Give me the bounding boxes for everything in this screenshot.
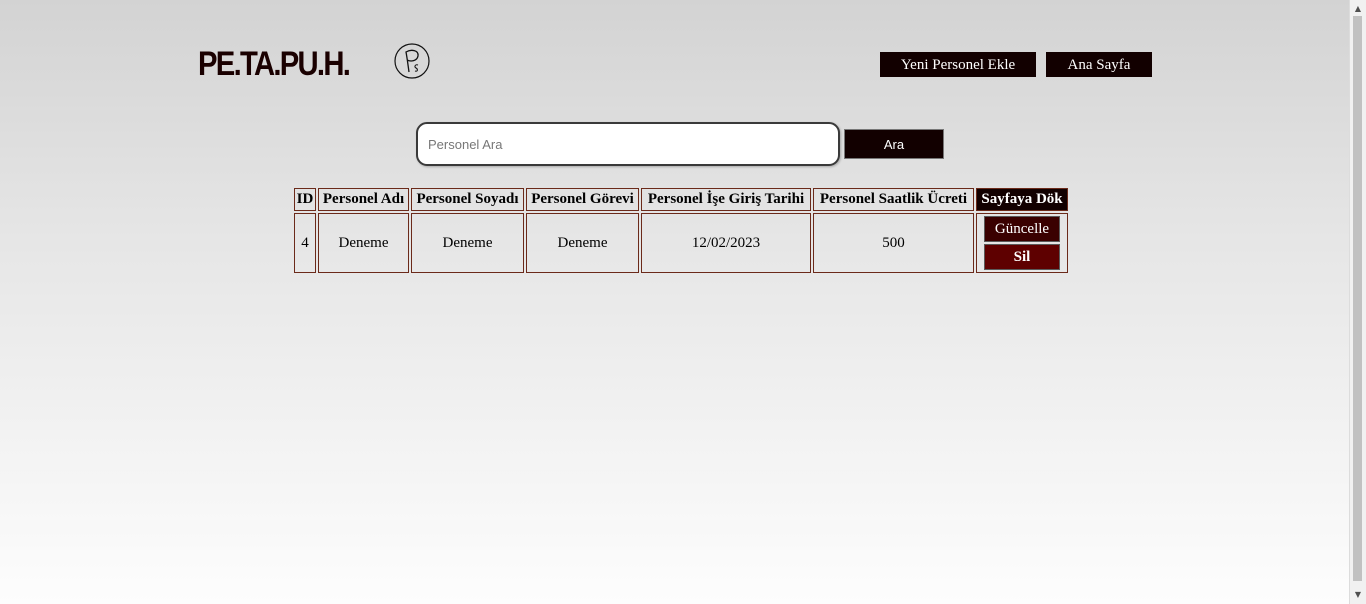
cell-actions: Güncelle Sil bbox=[976, 213, 1068, 273]
personnel-search-input[interactable] bbox=[416, 122, 840, 166]
scroll-up-arrow-icon[interactable]: ▲ bbox=[1350, 2, 1366, 16]
scrollbar-thumb[interactable] bbox=[1353, 16, 1362, 581]
update-button[interactable]: Güncelle bbox=[984, 216, 1060, 242]
table-header-row: ID Personel Adı Personel Soyadı Personel… bbox=[294, 188, 1068, 211]
cell-start-date: 12/02/2023 bbox=[641, 213, 811, 273]
column-header-last-name: Personel Soyadı bbox=[411, 188, 524, 211]
delete-button[interactable]: Sil bbox=[984, 244, 1060, 270]
column-header-role: Personel Görevi bbox=[526, 188, 639, 211]
column-header-id: ID bbox=[294, 188, 316, 211]
column-header-first-name: Personel Adı bbox=[318, 188, 409, 211]
cell-role: Deneme bbox=[526, 213, 639, 273]
scroll-down-arrow-icon[interactable]: ▼ bbox=[1350, 588, 1366, 602]
cell-id: 4 bbox=[294, 213, 316, 273]
add-personnel-button[interactable]: Yeni Personel Ekle bbox=[880, 52, 1036, 77]
cell-first-name: Deneme bbox=[318, 213, 409, 273]
print-page-header[interactable]: Sayfaya Dök bbox=[976, 188, 1068, 211]
ps-monogram-icon bbox=[394, 43, 430, 79]
table-row: 4 Deneme Deneme Deneme 12/02/2023 500 Gü… bbox=[294, 213, 1068, 273]
column-header-hourly-wage: Personel Saatlik Ücreti bbox=[813, 188, 974, 211]
cell-hourly-wage: 500 bbox=[813, 213, 974, 273]
home-button[interactable]: Ana Sayfa bbox=[1046, 52, 1152, 77]
search-button[interactable]: Ara bbox=[844, 129, 944, 159]
vertical-scrollbar[interactable]: ▲ ▼ bbox=[1349, 0, 1366, 604]
personnel-table: ID Personel Adı Personel Soyadı Personel… bbox=[292, 186, 1070, 275]
site-logo: PE.TA.PU.H. bbox=[198, 45, 351, 83]
cell-last-name: Deneme bbox=[411, 213, 524, 273]
column-header-start-date: Personel İşe Giriş Tarihi bbox=[641, 188, 811, 211]
